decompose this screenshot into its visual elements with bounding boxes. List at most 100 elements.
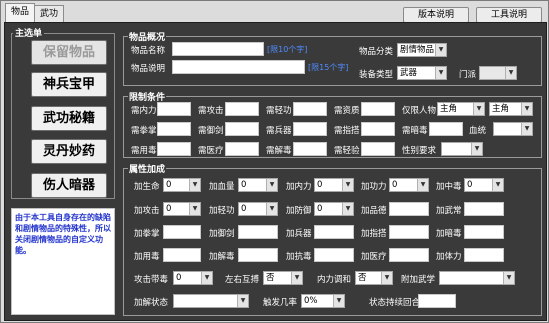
chevron-down-icon: ▼ (492, 179, 503, 191)
limit-input[interactable] (361, 102, 395, 116)
attr-label: 加功力 (361, 182, 387, 192)
tab-martial[interactable]: 武功 (34, 5, 65, 22)
inner-balance-select[interactable]: 否 ▼ (355, 271, 393, 285)
equip-type-label: 装备类型 (359, 70, 394, 80)
limit-input[interactable] (225, 122, 259, 136)
attr-select[interactable]: 0 ▼ (464, 178, 504, 192)
faction-select[interactable]: ▼ (479, 66, 517, 80)
attr-input[interactable] (464, 225, 504, 239)
category-select[interactable]: 剧情物品 ▼ (397, 43, 447, 57)
attr-input[interactable] (389, 202, 429, 216)
dual-wield-select[interactable]: 否 ▼ (263, 271, 303, 285)
limit-input[interactable] (157, 142, 191, 156)
trigger-prob-select[interactable]: 0% ▼ (301, 294, 345, 308)
chevron-down-icon: ▼ (521, 123, 532, 135)
attr-label: 加解毒 (209, 252, 235, 262)
attr-select[interactable]: 0 ▼ (314, 202, 354, 216)
attr-label: 加内力 (286, 182, 312, 192)
medicines-button[interactable]: 灵丹妙药 (31, 139, 107, 164)
info-note: 由于本工具自身存在的缺陷和剧情物品的特殊性，所以关闭剧情物品的自定义功能。 (11, 208, 115, 315)
attr-input[interactable] (314, 225, 354, 239)
attr-label: 加防御 (286, 206, 312, 216)
limit-label: 需用毒 (131, 146, 157, 156)
poison-attack-select[interactable]: 0 ▼ (173, 271, 213, 285)
limit-input[interactable] (429, 122, 463, 136)
attr-select[interactable]: 0 ▼ (163, 202, 201, 216)
chevron-down-icon: ▼ (503, 272, 514, 284)
limit-input[interactable] (361, 142, 395, 156)
attr-label: 加兵器 (286, 229, 312, 239)
category-label: 物品分类 (359, 47, 394, 57)
status-select[interactable]: ▼ (173, 294, 249, 308)
attr-input[interactable] (163, 225, 201, 239)
attr-select[interactable]: 0 ▼ (238, 202, 278, 216)
status-label: 加解状态 (134, 298, 169, 308)
tab-items[interactable]: 物品 (5, 3, 36, 23)
attr-label: 加生命 (134, 182, 160, 192)
attr-input[interactable] (314, 248, 354, 262)
item-desc-input[interactable] (172, 60, 305, 74)
limit-label: 需暗毒 (402, 126, 428, 136)
chevron-down-icon: ▼ (505, 67, 516, 79)
attr-input[interactable] (238, 225, 278, 239)
chevron-down-icon: ▼ (291, 272, 302, 284)
faction-label: 门派 (459, 70, 477, 80)
attr-label: 加攻击 (134, 206, 160, 216)
inner-balance-label: 内力调和 (317, 275, 352, 285)
version-notes-button[interactable]: 版本说明 (403, 7, 469, 23)
rely-select-2[interactable]: 主角 ▼ (489, 102, 533, 116)
limit-input[interactable] (157, 102, 191, 116)
limit-input[interactable] (225, 102, 259, 116)
blood-label: 血统 (469, 126, 487, 136)
rely-select-1[interactable]: 主角 ▼ (437, 102, 485, 116)
limit-input[interactable] (157, 122, 191, 136)
chevron-down-icon: ▼ (342, 179, 353, 191)
extra-martial-select[interactable]: ▼ (439, 271, 515, 285)
martial-books-button[interactable]: 武功秘籍 (31, 106, 107, 131)
gender-select[interactable]: ▼ (441, 142, 483, 156)
attr-label: 加御剑 (209, 229, 235, 239)
weapons-armor-button[interactable]: 神兵宝甲 (31, 72, 107, 97)
reserved-items-button[interactable]: 保留物品 (31, 40, 107, 65)
main-menu-title: 主选单 (13, 26, 45, 39)
attr-select[interactable]: 0 ▼ (314, 178, 354, 192)
item-name-input[interactable] (172, 42, 264, 56)
limit-input[interactable] (293, 142, 327, 156)
desc-limit-hint: [限15个字] (308, 63, 349, 72)
item-desc-label: 物品说明 (131, 64, 166, 74)
attr-label: 加轻功 (209, 206, 235, 216)
equip-type-select[interactable]: 武器 ▼ (397, 66, 447, 80)
chevron-down-icon: ▼ (435, 44, 446, 56)
attr-input[interactable] (238, 248, 278, 262)
app-window: 物品 武功 版本说明 工具说明 主选单 保留物品 神兵宝甲 武功秘籍 灵丹妙药 … (0, 0, 549, 323)
attr-input[interactable] (389, 225, 429, 239)
limit-input[interactable] (293, 102, 327, 116)
limit-input[interactable] (361, 122, 395, 136)
blood-select[interactable]: ▼ (493, 122, 533, 136)
attr-input[interactable] (464, 248, 504, 262)
attr-input[interactable] (464, 202, 504, 216)
attr-input[interactable] (389, 248, 429, 262)
limit-input[interactable] (225, 142, 259, 156)
chevron-down-icon: ▼ (189, 179, 200, 191)
attr-input[interactable] (163, 248, 201, 262)
attr-label: 加用毒 (134, 252, 160, 262)
chevron-down-icon: ▼ (471, 143, 482, 155)
hidden-weapons-button[interactable]: 伤人暗器 (31, 173, 107, 198)
chevron-down-icon: ▼ (381, 272, 392, 284)
chevron-down-icon: ▼ (521, 103, 532, 115)
attr-label: 加指搭 (361, 229, 387, 239)
attr-label: 加拳掌 (134, 229, 160, 239)
tool-notes-button[interactable]: 工具说明 (476, 7, 542, 23)
limit-label: 需指搭 (334, 126, 360, 136)
attr-label: 加中毒 (436, 182, 462, 192)
duration-input[interactable] (418, 294, 456, 308)
attr-label: 加品德 (361, 206, 387, 216)
attr-select[interactable]: 0 ▼ (389, 178, 429, 192)
chevron-down-icon: ▼ (333, 295, 344, 307)
poison-attack-label: 攻击带毒 (134, 275, 169, 285)
limit-input[interactable] (293, 122, 327, 136)
attr-select[interactable]: 0 ▼ (238, 178, 278, 192)
attr-select[interactable]: 0 ▼ (163, 178, 201, 192)
attr-label: 加体力 (436, 252, 462, 262)
